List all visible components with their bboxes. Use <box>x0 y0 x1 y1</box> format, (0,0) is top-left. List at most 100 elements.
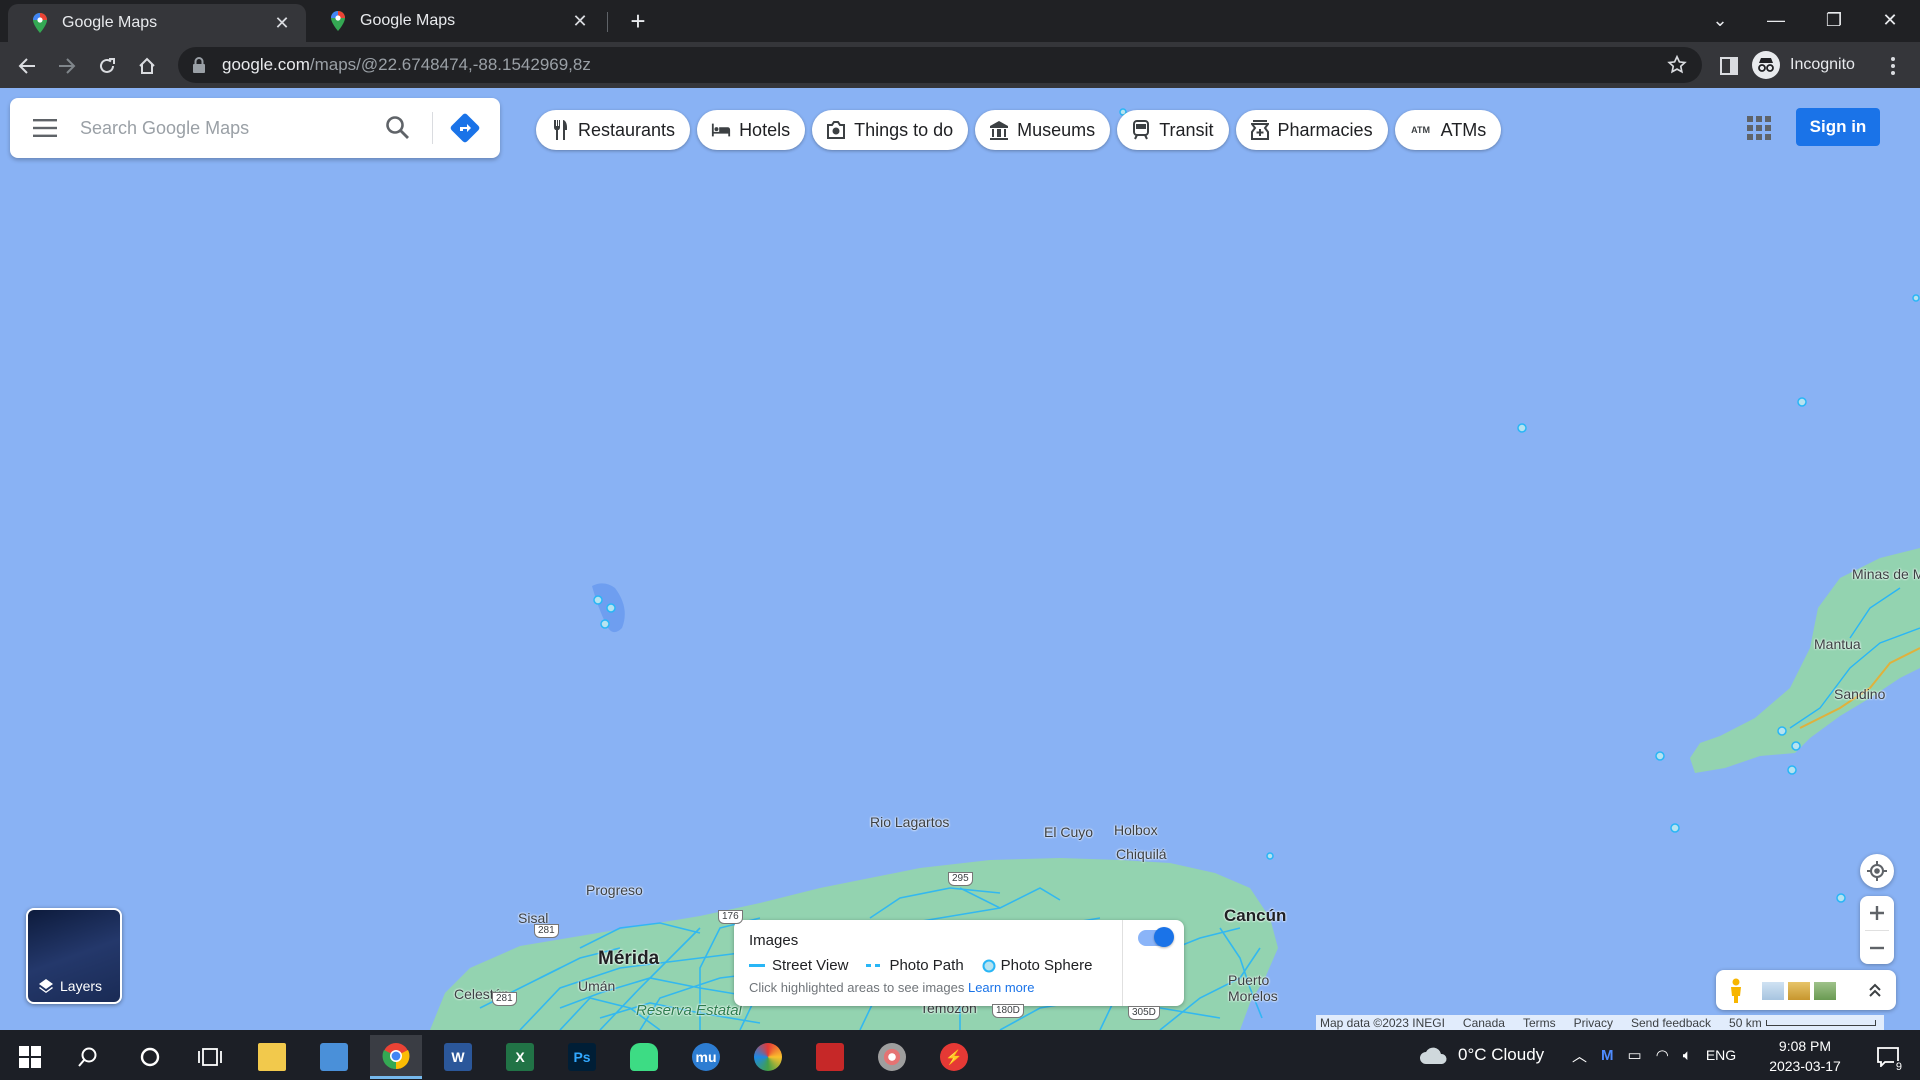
browser-menu-button[interactable] <box>1876 49 1910 83</box>
back-arrow-icon <box>18 58 35 74</box>
restore-button[interactable]: ❐ <box>1806 0 1862 40</box>
directions-icon[interactable] <box>450 113 480 143</box>
taskbar-control-panel[interactable] <box>308 1035 360 1079</box>
app-tray-icon[interactable]: M <box>1601 1047 1614 1064</box>
street-view-layer-toggle[interactable] <box>1138 927 1174 947</box>
cortana-button[interactable] <box>124 1035 176 1079</box>
map-canvas[interactable]: Minas de Matahambre Mantua Sandino Rio L… <box>0 88 1920 1030</box>
place-label[interactable]: El Cuyo <box>1044 824 1093 840</box>
learn-more-link[interactable]: Learn more <box>968 980 1034 995</box>
taskbar-app-rainbow[interactable] <box>742 1035 794 1079</box>
photo-path-dash-icon <box>866 963 881 967</box>
taskbar-excel[interactable]: X <box>494 1035 546 1079</box>
home-button[interactable] <box>130 49 164 83</box>
side-panel-button[interactable] <box>1712 49 1746 83</box>
place-label[interactable]: Chiquilá <box>1116 846 1167 862</box>
street-view-thumbnail-2[interactable] <box>1788 982 1810 1000</box>
place-label[interactable]: Progreso <box>586 882 643 898</box>
word-icon: W <box>444 1043 472 1071</box>
address-bar[interactable]: google.com/maps/@22.6748474,-88.1542969,… <box>178 47 1702 83</box>
taskbar-file-explorer[interactable] <box>246 1035 298 1079</box>
close-tab-icon[interactable]: ✕ <box>272 13 292 34</box>
place-label[interactable]: Holbox <box>1114 822 1158 838</box>
windows-logo-icon <box>19 1046 41 1068</box>
place-label[interactable]: Mantua <box>1814 636 1861 652</box>
maps-menu-button[interactable] <box>10 98 80 158</box>
street-view-thumbnail-1[interactable] <box>1762 982 1784 1000</box>
reserve-label[interactable]: Reserva Estatal <box>636 1002 742 1019</box>
taskbar-app-flash[interactable]: ⚡ <box>928 1035 980 1079</box>
legend-photo-path: Photo Path <box>866 957 964 974</box>
incognito-indicator[interactable]: Incognito <box>1752 49 1855 81</box>
battery-icon[interactable]: ▭ <box>1628 1046 1642 1064</box>
tab-search-icon[interactable]: ⌄ <box>1692 0 1748 40</box>
camera-icon <box>826 120 846 140</box>
zoom-in-button[interactable] <box>1870 896 1884 930</box>
legend-photo-sphere: Photo Sphere <box>982 957 1092 974</box>
language-indicator[interactable]: ENG <box>1706 1047 1736 1063</box>
taskbar-app-disc[interactable] <box>866 1035 918 1079</box>
wifi-icon[interactable]: ◠ <box>1656 1046 1669 1064</box>
volume-icon[interactable]: 🔈︎ <box>1683 1047 1692 1064</box>
notification-center-button[interactable]: 9 <box>1862 1035 1914 1079</box>
chip-atms[interactable]: ATM ATMs <box>1394 110 1502 150</box>
street-view-thumbnail-3[interactable] <box>1814 982 1836 1000</box>
chevron-up-icon[interactable]: ︿ <box>1572 1045 1587 1066</box>
taskbar-chrome[interactable] <box>370 1035 422 1079</box>
weather-widget[interactable]: 0°C Cloudy <box>1418 1030 1544 1080</box>
place-label[interactable]: Minas de Matahambre <box>1852 566 1920 582</box>
taskbar-photoshop[interactable]: Ps <box>556 1035 608 1079</box>
taskbar-search-button[interactable] <box>62 1035 114 1079</box>
taskbar-app-clapper[interactable] <box>804 1035 856 1079</box>
road-shield: 180D <box>992 1004 1024 1018</box>
chip-transit[interactable]: Transit <box>1117 110 1229 150</box>
chip-pharmacies[interactable]: Pharmacies <box>1235 110 1388 150</box>
road-shield: 305D <box>1128 1006 1160 1020</box>
layers-button[interactable]: Layers <box>26 908 122 1004</box>
reload-button[interactable] <box>90 49 124 83</box>
start-button[interactable] <box>4 1035 56 1079</box>
taskbar-word[interactable]: W <box>432 1035 484 1079</box>
forward-button[interactable] <box>50 49 84 83</box>
place-label-city[interactable]: Mérida <box>598 948 659 970</box>
map-scale[interactable]: 50 km <box>1729 1016 1876 1030</box>
chip-hotels[interactable]: Hotels <box>697 110 806 150</box>
attribution-link-feedback[interactable]: Send feedback <box>1631 1016 1711 1030</box>
browser-tab-maps-1[interactable]: Google Maps ✕ <box>8 4 306 42</box>
sign-in-button[interactable]: Sign in <box>1796 108 1880 146</box>
search-icon[interactable] <box>384 114 412 142</box>
url-text: google.com/maps/@22.6748474,-88.1542969,… <box>222 55 591 75</box>
chip-things-to-do[interactable]: Things to do <box>812 110 969 150</box>
task-view-button[interactable] <box>184 1035 236 1079</box>
back-button[interactable] <box>10 49 44 83</box>
taskbar-clock[interactable]: 9:08 PM 2023-03-17 <box>1760 1036 1850 1076</box>
place-label-city[interactable]: Cancún <box>1224 906 1286 926</box>
attribution-link-terms[interactable]: Terms <box>1523 1016 1556 1030</box>
attribution-link-privacy[interactable]: Privacy <box>1574 1016 1613 1030</box>
incognito-label: Incognito <box>1790 56 1855 73</box>
pegman-icon[interactable] <box>1728 978 1744 1004</box>
place-label[interactable]: Rio Lagartos <box>870 814 949 830</box>
chip-restaurants[interactable]: Restaurants <box>536 110 691 150</box>
google-apps-icon[interactable] <box>1746 115 1772 141</box>
maps-search-input[interactable] <box>80 117 330 139</box>
attribution-link-canada[interactable]: Canada <box>1463 1016 1505 1030</box>
taskbar-app-green[interactable] <box>618 1035 670 1079</box>
place-label[interactable]: Umán <box>578 978 615 994</box>
minimize-button[interactable]: — <box>1748 0 1804 40</box>
browser-tab-maps-2[interactable]: Google Maps ✕ <box>306 0 604 42</box>
taskbar-app-mu[interactable]: mu <box>680 1035 732 1079</box>
close-tab-icon[interactable]: ✕ <box>570 11 590 32</box>
weather-text: 0°C Cloudy <box>1458 1045 1545 1064</box>
chevron-up-icon[interactable] <box>1868 982 1882 998</box>
place-label[interactable]: Puerto Morelos <box>1228 972 1300 1004</box>
chip-museums[interactable]: Museums <box>975 110 1111 150</box>
home-icon <box>139 57 155 74</box>
my-location-button[interactable] <box>1860 854 1894 888</box>
bookmark-star-icon[interactable] <box>1666 54 1688 76</box>
new-tab-button[interactable]: + <box>623 6 653 36</box>
place-label[interactable]: Sandino <box>1834 686 1885 702</box>
zoom-out-button[interactable] <box>1870 931 1884 964</box>
pharmacy-icon <box>1250 120 1270 140</box>
close-window-button[interactable]: ✕ <box>1862 0 1918 40</box>
